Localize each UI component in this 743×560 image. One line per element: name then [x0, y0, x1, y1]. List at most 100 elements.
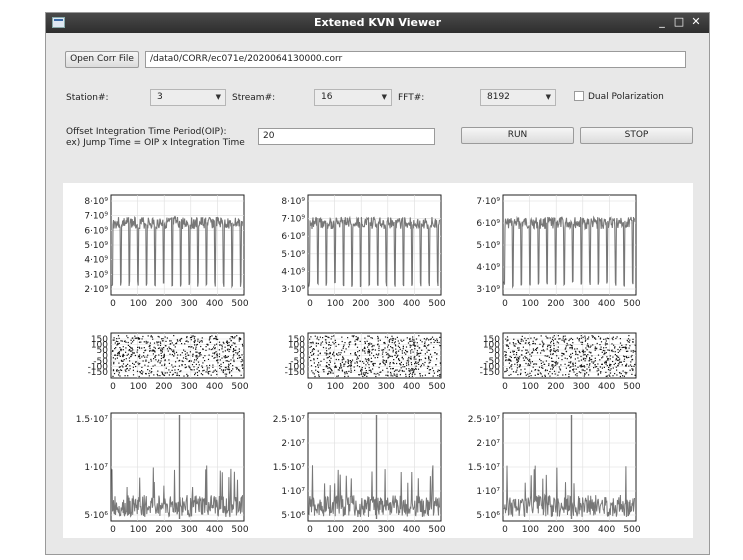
plot-r2-c3-point	[532, 340, 534, 342]
plot-r2-c1-point	[141, 347, 143, 349]
stream-select[interactable]: 16 ▼	[314, 89, 392, 106]
plot-r2-c1-point	[218, 353, 221, 355]
dual-polarization-checkbox[interactable]	[574, 91, 584, 101]
plot-r2-c3-point	[623, 358, 626, 360]
plot-r2-c3-point	[514, 345, 516, 347]
plot-r2-c3-point	[579, 351, 581, 354]
run-button[interactable]: RUN	[461, 127, 574, 144]
plot-r2-c2-point	[390, 338, 392, 340]
plot-r2-c2-point	[340, 352, 342, 354]
plot-r2-c1-point	[193, 369, 195, 371]
plot-r2-c1-point	[135, 361, 137, 363]
plot-r2-c2-point	[347, 359, 349, 361]
plot-r2-c1-point	[128, 369, 130, 371]
plot-r2-c1-point	[191, 369, 193, 371]
plot-r2-c3-point	[518, 347, 520, 349]
plot-r2-c3-point	[588, 366, 590, 368]
plot-r2-c1-point	[163, 374, 166, 376]
plot-r2-c3-point	[558, 366, 560, 368]
plot-r2-c1-point	[193, 337, 195, 339]
plot-r2-c1-point	[193, 341, 196, 344]
plot-r2-c1-point	[112, 370, 115, 372]
plot-r2-c1-point	[235, 366, 237, 369]
plot-r2-c2-point	[370, 370, 372, 372]
plot-r2-c2-point	[412, 351, 414, 353]
oip-input[interactable]: 20	[258, 128, 435, 145]
plot-r2-c3-point	[541, 350, 543, 352]
plot-r2-c3-point	[565, 374, 567, 376]
plot-r2-c3-point	[541, 367, 543, 369]
plot-r2-c1-point	[202, 362, 204, 364]
stop-button[interactable]: STOP	[580, 127, 693, 144]
plot-r2-c3-point	[617, 359, 619, 361]
plot-r2-c2-point	[361, 369, 363, 371]
plot-r2-c1-point	[206, 369, 208, 371]
plot-r2-c2-point	[381, 353, 384, 355]
maximize-icon[interactable]: □	[673, 15, 685, 28]
plot-r2-c3-point	[557, 362, 559, 364]
title-bar[interactable]: Extened KVN Viewer _ □ ✕	[46, 13, 709, 33]
plot-r2-c1-point	[190, 360, 192, 362]
plot-r2-c3-point	[620, 373, 622, 375]
plot-r2-c2-point	[368, 367, 370, 369]
plot-r2-c1-point	[157, 375, 159, 377]
plot-r2-c3-point	[602, 349, 604, 352]
fft-select[interactable]: 8192 ▼	[480, 89, 556, 106]
plot-r2-c3-point	[569, 344, 571, 346]
plot-r2-c1-point	[232, 357, 234, 359]
plot-r2-c2-point	[355, 354, 357, 356]
plot-r2-c2-point	[416, 352, 418, 354]
plot-r2-c3-point	[583, 357, 585, 359]
minimize-icon[interactable]: _	[656, 15, 668, 28]
plot-r2-c1-point	[171, 342, 173, 344]
plot-r2-c3-point	[525, 349, 527, 351]
plot-r2-c2-point	[316, 336, 319, 338]
plot-r2-c1-point	[223, 342, 225, 344]
station-select[interactable]: 3 ▼	[150, 89, 226, 106]
plot-r2-c1-point	[213, 370, 215, 372]
plot-r2-c1-point	[143, 341, 145, 343]
plot-r2-c1-point	[173, 351, 175, 353]
plot-r2-c2-point	[322, 337, 324, 339]
plot-r2-c2-point	[350, 370, 352, 372]
plot-r2-c1-point	[150, 335, 152, 337]
plot-r2-c2-point	[402, 364, 404, 366]
plot-r2-c2-point	[362, 350, 364, 352]
plot-r2-c2-point	[366, 340, 368, 342]
plot-r2-c1-point	[132, 349, 134, 351]
plot-r2-c1-point	[194, 372, 196, 374]
plot-r2-c3-point	[543, 350, 545, 352]
plot-r2-c1-point	[131, 350, 133, 352]
plot-r2-c3-point	[583, 365, 585, 367]
plot-r2-c1-point	[141, 366, 143, 368]
plot-r2-c1-point	[214, 348, 216, 350]
plot-r2-c3-point	[619, 338, 621, 340]
plot-r2-c3-point	[591, 358, 593, 361]
plot-r2-c2-point	[429, 353, 432, 355]
plot-r2-c3-point	[571, 345, 573, 347]
plot-r2-c3-point	[632, 351, 634, 353]
plot-r2-c3-point	[605, 360, 607, 362]
plot-r2-c3-point	[600, 371, 602, 373]
close-icon[interactable]: ✕	[690, 15, 702, 28]
plot-r2-c1-point	[171, 369, 173, 371]
plot-r2-c2-point	[388, 341, 391, 343]
plot-r2-c2-point	[425, 347, 428, 349]
plot-r2-c1-point	[215, 343, 218, 345]
plot-r2-c1-point	[165, 367, 167, 369]
plot-r2-c2-point	[362, 373, 364, 375]
plot-r2-c2-point	[396, 362, 398, 365]
plot-r2-c3-point	[567, 344, 569, 346]
open-corr-file-button[interactable]: Open Corr File	[65, 51, 139, 68]
file-path-input[interactable]: /data0/CORR/ec071e/2020064130000.corr	[145, 51, 686, 68]
plot-r2-c2-point	[423, 338, 425, 340]
plot-r2-c1-point	[129, 368, 131, 370]
plot-r2-c1-point	[161, 351, 163, 353]
plot-r2-c1-point	[136, 351, 138, 353]
plot-r2-c1-point	[154, 351, 156, 353]
plot-r2-c3-point	[605, 352, 607, 354]
plot-r2-c1-point	[208, 354, 210, 356]
plot-r2-c2-point	[350, 368, 352, 370]
plot-r2-c2-point	[351, 359, 354, 361]
plot-r2-c1-point	[209, 364, 211, 366]
